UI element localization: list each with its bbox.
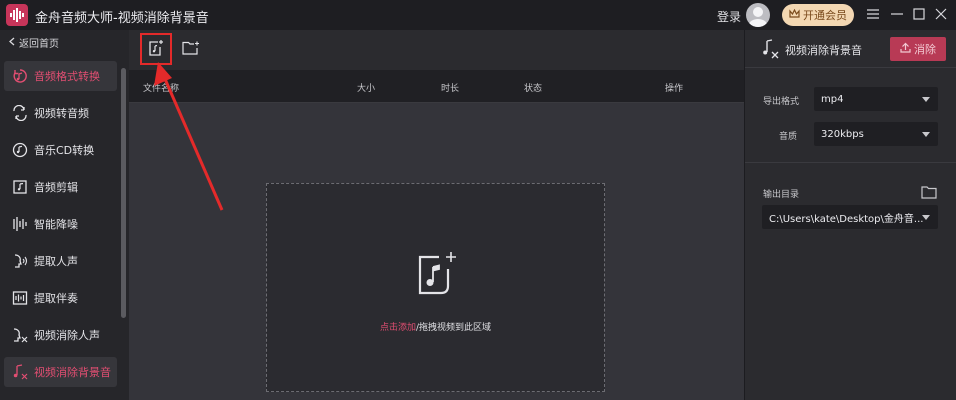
add-folder-icon xyxy=(182,41,200,58)
drop-zone[interactable]: 点击添加/拖拽视频到此区域 xyxy=(266,183,605,392)
sidebar-item-label: 视频消除背景音 xyxy=(34,366,111,379)
chevron-down-icon xyxy=(922,97,930,102)
column-status: 状态 xyxy=(524,84,543,94)
quality-select[interactable]: 320kbps xyxy=(814,122,938,146)
sidebar: 返回首页 音频格式转换 视频转音频 音乐CD转换 音频剪辑 智能降噪 提取人声 … xyxy=(0,30,129,400)
sidebar-item-remove-voice[interactable]: 视频消除人声 xyxy=(4,320,117,350)
output-dir-select[interactable]: C:\Users\kate\Desktop\金舟音... xyxy=(762,205,938,229)
back-home-label: 返回首页 xyxy=(19,39,59,50)
audio-cut-icon xyxy=(12,179,28,195)
video-to-audio-icon xyxy=(12,105,28,121)
denoise-icon xyxy=(12,216,28,232)
sidebar-item-audio-cut[interactable]: 音频剪辑 xyxy=(4,172,117,202)
remove-button[interactable]: 消除 xyxy=(890,37,946,61)
settings-panel: 视频消除背景音 消除 导出格式 mp4 音质 320kbps 输出目录 C:\U… xyxy=(744,30,956,400)
sidebar-item-label: 提取人声 xyxy=(34,255,78,268)
maximize-icon[interactable] xyxy=(910,5,928,23)
sidebar-item-denoise[interactable]: 智能降噪 xyxy=(4,209,117,239)
audio-format-icon xyxy=(12,68,28,84)
quality-value: 320kbps xyxy=(821,128,864,140)
member-button-label: 开通会员 xyxy=(803,9,847,22)
chevron-down-icon xyxy=(922,215,930,220)
menu-icon[interactable] xyxy=(864,5,882,23)
file-list-area: 点击添加/拖拽视频到此区域 xyxy=(129,103,744,400)
cd-icon xyxy=(12,142,28,158)
remove-bgm-icon xyxy=(763,39,779,59)
quality-label: 音质 xyxy=(779,132,798,142)
sidebar-item-extract-accompaniment[interactable]: 提取伴奏 xyxy=(4,283,117,313)
member-button[interactable]: 开通会员 xyxy=(782,4,854,26)
chevron-left-icon xyxy=(9,37,15,49)
folder-icon[interactable] xyxy=(921,185,937,199)
sidebar-item-label: 音乐CD转换 xyxy=(34,144,95,157)
sidebar-scrollbar[interactable] xyxy=(121,68,126,318)
file-table-header: 文件名称 大小 时长 状态 操作 xyxy=(129,70,744,103)
remove-button-label: 消除 xyxy=(914,43,936,56)
panel-header: 视频消除背景音 消除 xyxy=(745,30,956,68)
drop-zone-hint: 点击添加/拖拽视频到此区域 xyxy=(267,320,604,333)
add-file-icon xyxy=(148,39,164,60)
panel-title: 视频消除背景音 xyxy=(785,44,862,57)
chevron-down-icon xyxy=(922,132,930,137)
close-icon[interactable] xyxy=(932,5,950,23)
remove-voice-icon xyxy=(12,327,28,343)
format-value: mp4 xyxy=(821,93,844,105)
drag-hint-text: /拖拽视频到此区域 xyxy=(415,323,492,333)
login-link[interactable]: 登录 xyxy=(717,8,741,25)
click-to-add-link[interactable]: 点击添加 xyxy=(380,323,416,333)
panel-divider xyxy=(745,162,956,163)
sidebar-item-label: 音频格式转换 xyxy=(34,70,100,83)
accompaniment-icon xyxy=(12,290,28,306)
back-home-link[interactable]: 返回首页 xyxy=(9,35,59,50)
sidebar-item-label: 智能降噪 xyxy=(34,218,78,231)
minimize-icon[interactable] xyxy=(888,5,906,23)
sidebar-item-video-to-audio[interactable]: 视频转音频 xyxy=(4,98,117,128)
format-select[interactable]: mp4 xyxy=(814,87,938,111)
voice-extract-icon xyxy=(12,253,28,269)
sidebar-item-label: 视频消除人声 xyxy=(34,329,100,342)
sidebar-item-label: 视频转音频 xyxy=(34,107,89,120)
format-label: 导出格式 xyxy=(763,97,800,107)
output-dir-value: C:\Users\kate\Desktop\金舟音... xyxy=(769,213,924,225)
window-title: 金舟音频大师-视频消除背景音 xyxy=(35,11,209,26)
column-duration: 时长 xyxy=(441,84,460,94)
add-folder-button[interactable] xyxy=(181,39,201,59)
output-dir-label: 输出目录 xyxy=(763,190,800,200)
sidebar-item-audio-format[interactable]: 音频格式转换 xyxy=(4,61,117,91)
toolbar xyxy=(129,30,744,70)
column-size: 大小 xyxy=(357,84,376,94)
app-logo-icon xyxy=(6,4,28,26)
sidebar-item-remove-bgm[interactable]: 视频消除背景音 xyxy=(4,357,117,387)
sidebar-item-label: 提取伴奏 xyxy=(34,292,78,305)
add-file-button[interactable] xyxy=(140,33,172,65)
upload-icon xyxy=(900,42,911,56)
sidebar-item-music-cd[interactable]: 音乐CD转换 xyxy=(4,135,117,165)
column-file-name: 文件名称 xyxy=(143,84,180,94)
avatar[interactable] xyxy=(746,3,770,27)
remove-bgm-icon xyxy=(12,364,28,380)
title-bar: 金舟音频大师-视频消除背景音 登录 开通会员 xyxy=(0,0,956,30)
sidebar-item-label: 音频剪辑 xyxy=(34,181,78,194)
column-actions: 操作 xyxy=(665,84,684,94)
add-music-file-icon xyxy=(418,252,456,295)
crown-icon xyxy=(789,8,800,22)
sidebar-item-extract-voice[interactable]: 提取人声 xyxy=(4,246,117,276)
